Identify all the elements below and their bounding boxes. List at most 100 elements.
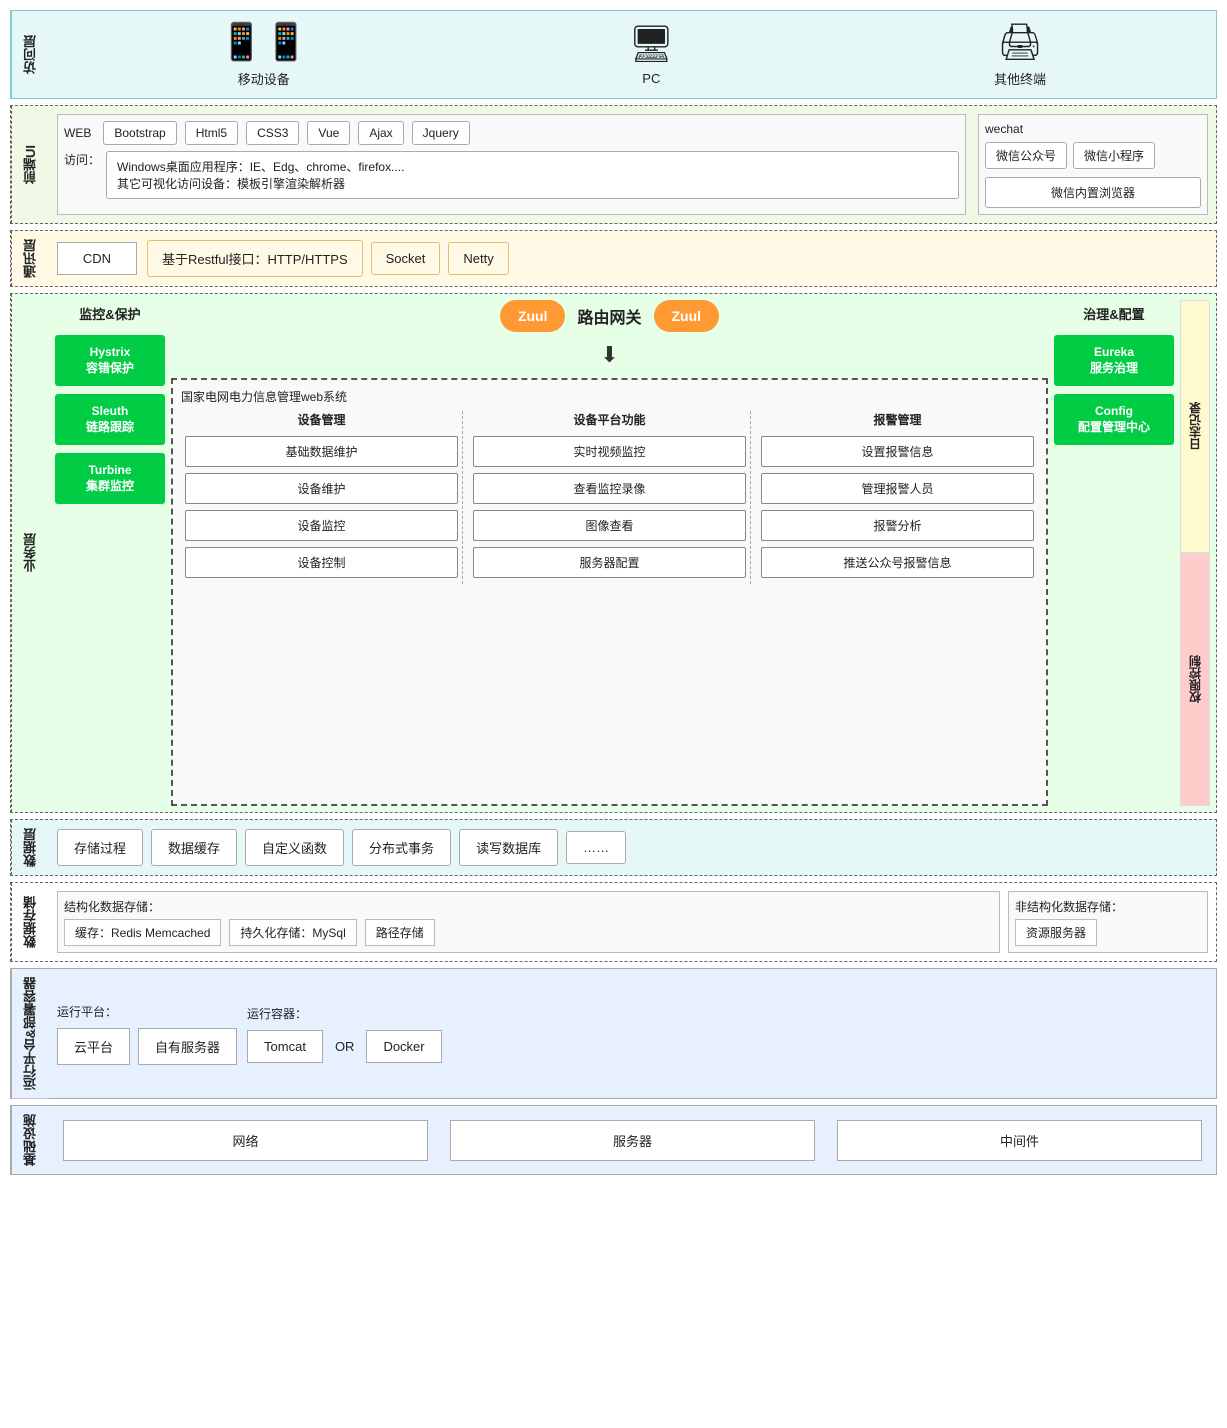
wechat-official: 微信公众号 xyxy=(985,142,1067,169)
dist-txn: 分布式事务 xyxy=(352,829,451,866)
zuul-left-btn[interactable]: Zuul xyxy=(500,300,566,332)
access-box: Windows桌面应用程序：IE、Edg、chrome、firefox....其… xyxy=(106,151,959,199)
data-layer: 数据层 存储过程 数据缓存 自定义函数 分布式事务 读写数据库 …… xyxy=(10,819,1217,876)
business-layer: 业务层 监控&保护 Hystrix容错保护 Sleuth链路跟踪 Turbine… xyxy=(10,293,1217,813)
data-cache: 数据缓存 xyxy=(151,829,237,866)
access-text: Windows桌面应用程序：IE、Edg、chrome、firefox....其… xyxy=(117,158,948,192)
data-label: 数据层 xyxy=(11,820,49,875)
pc-label: PC xyxy=(642,71,660,86)
runtime-layer: 运行平台&部署容器 运行平台： 云平台 自有服务器 运行容器： Tomcat O… xyxy=(10,968,1217,1099)
alert-mgmt-col: 报警管理 设置报警信息 管理报警人员 报警分析 推送公众号报警信息 xyxy=(757,411,1038,584)
tech-ajax: Ajax xyxy=(358,121,403,145)
equip-mgmt-title: 设备管理 xyxy=(185,411,458,428)
cdn-box: CDN xyxy=(57,242,137,275)
pc-icon: 🖥 xyxy=(628,23,674,65)
eureka-btn[interactable]: Eureka服务治理 xyxy=(1054,335,1174,386)
own-server: 自有服务器 xyxy=(138,1028,237,1065)
govern-title: 治理&配置 xyxy=(1054,300,1174,327)
comm-label: 通讯层 xyxy=(11,231,49,286)
web-label: WEB xyxy=(64,126,91,140)
tech-bootstrap: Bootstrap xyxy=(103,121,176,145)
path-box: 路径存储 xyxy=(365,919,435,946)
zuul-right-btn[interactable]: Zuul xyxy=(654,300,720,332)
frontend-layer: 前端UI WEB Bootstrap Html5 CSS3 Vue Ajax J… xyxy=(10,105,1217,224)
or-label: OR xyxy=(331,1039,359,1054)
system-title: 国家电网电力信息管理web系统 xyxy=(181,388,1038,405)
biz-label: 业务层 xyxy=(11,294,49,812)
mobile-label: 移动设备 xyxy=(238,69,290,88)
rw-db: 读写数据库 xyxy=(459,829,558,866)
sleuth-btn[interactable]: Sleuth链路跟踪 xyxy=(55,394,165,445)
equipment-mgmt-col: 设备管理 基础数据维护 设备维护 设备监控 设备控制 xyxy=(181,411,463,584)
access-label: 访问层 xyxy=(11,11,49,98)
infra-label: 基础设施 xyxy=(11,1106,49,1174)
netty-box: Netty xyxy=(448,242,508,275)
tech-jquery: Jquery xyxy=(412,121,470,145)
push-alert-btn[interactable]: 推送公众号报警信息 xyxy=(761,547,1034,578)
turbine-btn[interactable]: Turbine集群监控 xyxy=(55,453,165,504)
tech-css3: CSS3 xyxy=(246,121,299,145)
other-icon: 🖨 xyxy=(997,21,1043,63)
unstructured-section: 非结构化数据存储： 资源服务器 xyxy=(1008,891,1208,953)
hystrix-btn[interactable]: Hystrix容错保护 xyxy=(55,335,165,386)
wechat-label: wechat xyxy=(985,122,1023,136)
monitor-col: 监控&保护 Hystrix容错保护 Sleuth链路跟踪 Turbine集群监控 xyxy=(55,300,165,806)
alert-analysis-btn[interactable]: 报警分析 xyxy=(761,510,1034,541)
middleware-box: 中间件 xyxy=(837,1120,1202,1161)
more-items: …… xyxy=(566,831,626,864)
system-box: 国家电网电力信息管理web系统 设备管理 基础数据维护 设备维护 设备监控 设备… xyxy=(171,378,1048,806)
docker-box: Docker xyxy=(366,1030,441,1063)
runtime-label: 运行平台&部署容器 xyxy=(11,969,49,1098)
custom-func: 自定义函数 xyxy=(245,829,344,866)
other-label: 其他终端 xyxy=(994,69,1046,88)
set-alert-btn[interactable]: 设置报警信息 xyxy=(761,436,1034,467)
mobile-device: 📱📱 移动设备 xyxy=(219,21,309,88)
container-title: 运行容器： xyxy=(247,1005,442,1022)
platform-section: 运行平台： 云平台 自有服务器 xyxy=(57,1003,237,1065)
access-label-text: 访问： xyxy=(64,151,100,168)
restful-box: 基于Restful接口：HTTP/HTTPS xyxy=(147,240,363,277)
auth-section: 权限控制 xyxy=(1180,553,1210,806)
server-config-btn[interactable]: 服务器配置 xyxy=(473,547,746,578)
stored-proc: 存储过程 xyxy=(57,829,143,866)
comm-layer: 通讯层 CDN 基于Restful接口：HTTP/HTTPS Socket Ne… xyxy=(10,230,1217,287)
cloud-platform: 云平台 xyxy=(57,1028,130,1065)
manage-alert-person-btn[interactable]: 管理报警人员 xyxy=(761,473,1034,504)
infra-layer: 基础设施 网络 服务器 中间件 xyxy=(10,1105,1217,1175)
alert-mgmt-title: 报警管理 xyxy=(761,411,1034,428)
storage-label: 数据存储 xyxy=(11,883,49,961)
container-section: 运行容器： Tomcat OR Docker xyxy=(247,1005,442,1063)
config-btn[interactable]: Config配置管理中心 xyxy=(1054,394,1174,445)
gateway-label: 路由网关 xyxy=(577,304,641,328)
access-layer: 访问层 📱📱 移动设备 🖥 PC 🖨 其他终端 xyxy=(10,10,1217,99)
socket-box: Socket xyxy=(371,242,441,275)
device-monitor-btn[interactable]: 设备监控 xyxy=(185,510,458,541)
platform-func-title: 设备平台功能 xyxy=(473,411,746,428)
govern-col: 治理&配置 Eureka服务治理 Config配置管理中心 xyxy=(1054,300,1174,806)
tech-html5: Html5 xyxy=(185,121,238,145)
mobile-icon: 📱📱 xyxy=(219,21,309,63)
log-section: 日志记录 xyxy=(1180,300,1210,553)
unstructured-title: 非结构化数据存储： xyxy=(1015,898,1201,915)
resource-box: 资源服务器 xyxy=(1015,919,1097,946)
platform-func-col: 设备平台功能 实时视频监控 查看监控录像 图像查看 服务器配置 xyxy=(469,411,751,584)
monitor-title: 监控&保护 xyxy=(55,300,165,327)
view-recording-btn[interactable]: 查看监控录像 xyxy=(473,473,746,504)
basic-data-btn[interactable]: 基础数据维护 xyxy=(185,436,458,467)
device-control-btn[interactable]: 设备控制 xyxy=(185,547,458,578)
server-box: 服务器 xyxy=(450,1120,815,1161)
structured-title: 结构化数据存储： xyxy=(64,898,993,915)
device-maint-btn[interactable]: 设备维护 xyxy=(185,473,458,504)
cache-box: 缓存：Redis Memcached xyxy=(64,919,221,946)
other-device: 🖨 其他终端 xyxy=(994,21,1046,88)
right-sidebar: 日志记录 权限控制 xyxy=(1180,300,1210,806)
gateway-arrow: ⬇ xyxy=(600,342,618,368)
structured-section: 结构化数据存储： 缓存：Redis Memcached 持久化存储：MySql … xyxy=(57,891,1000,953)
wechat-browser: 微信内置浏览器 xyxy=(985,177,1201,208)
image-view-btn[interactable]: 图像查看 xyxy=(473,510,746,541)
frontend-label: 前端UI xyxy=(11,106,49,223)
storage-layer: 数据存储 结构化数据存储： 缓存：Redis Memcached 持久化存储：M… xyxy=(10,882,1217,962)
pc-device: 🖥 PC xyxy=(628,23,674,86)
wechat-mini: 微信小程序 xyxy=(1073,142,1155,169)
realtime-video-btn[interactable]: 实时视频监控 xyxy=(473,436,746,467)
